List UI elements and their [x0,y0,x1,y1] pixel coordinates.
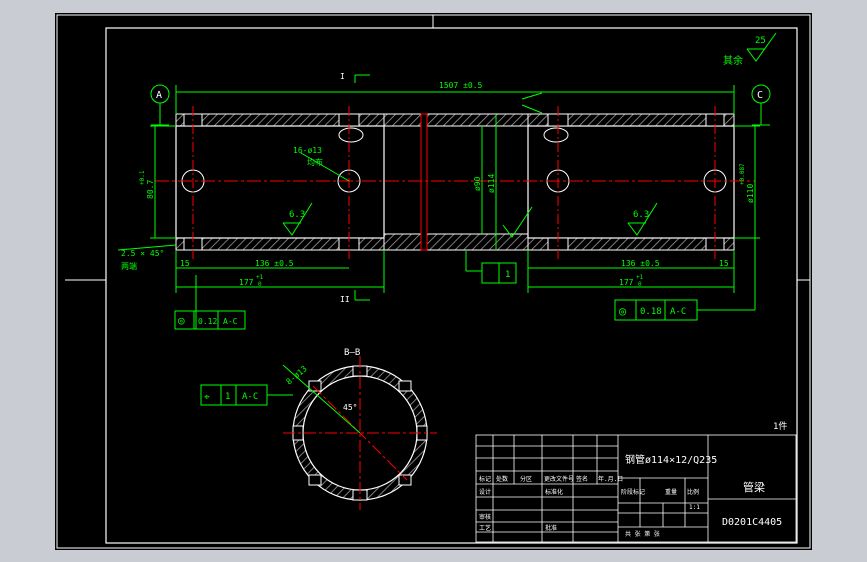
tol-section-value: 1 [225,392,230,402]
tol-weld-value: 1 [505,270,510,280]
tb-change-doc: 更改文件号 [544,475,574,483]
sheet-count: 1件 [773,420,787,432]
dim-left-spacing: 136 ±0.5 [255,259,294,268]
tb-sheet: 共 张 第 张 [625,530,660,538]
drawing-number: D0201C4405 [722,517,782,528]
right-bore [527,125,735,239]
dim-right-spacing: 136 ±0.5 [621,259,660,268]
bottom-wall-mid [383,233,529,251]
weld-seam [420,113,428,251]
dim-left-bay-tol-low: 0 [258,281,262,288]
tb-design: 设计 [479,488,491,496]
dim-right-bay-tol: +1 [636,274,644,281]
roughness-right-value: 6.3 [633,210,649,220]
tb-scale: 比例 [687,488,699,496]
roughness-other-label: 其余 [723,54,743,67]
dim-left-height: 80.7 [146,180,155,199]
roughness-other-value: 25 [755,36,766,46]
tol-left-value: 0.12 [198,317,217,326]
outer-frame [56,14,811,549]
tol-section-symbol: ⌖ [204,392,210,403]
dim-right-bay: 177 [619,278,634,287]
tol-right-symbol: ◎ [619,304,626,318]
tb-process: 工艺 [479,524,491,532]
dim-right-height: ø110 [746,184,755,203]
tb-zone: 分区 [520,475,532,483]
dim-mid-bore: ø90 [473,176,482,191]
datum-c-label: C [757,90,763,101]
dim-section-angle: 45° [343,403,357,412]
dim-right-end: 15 [719,259,729,268]
left-bore [175,125,385,239]
tol-left-symbol: ◎ [178,314,185,327]
tb-date: 年.月.日 [598,475,623,483]
datum-a-label: A [156,90,162,101]
section-view-label: B—B [344,348,360,358]
tol-right-value: 0.18 [640,307,662,317]
dim-right-bay-tol-low: 0 [638,281,642,288]
tb-weight: 重量 [665,488,677,496]
section-marker-top: I [340,72,345,81]
dim-left-bay: 177 [239,278,254,287]
tb-stage-mark: 阶段标记 [621,488,645,496]
tb-mark: 标记 [479,475,491,483]
roughness-left-value: 6.3 [289,210,305,220]
scale-value: 1:1 [689,504,700,511]
material-text: 钢管ø114×12/Q235 [625,453,717,466]
dim-overall-length: 1507 ±0.5 [439,81,483,90]
tb-standard: 标准化 [545,488,563,496]
dim-section-hole: 8-ø13 [285,364,309,386]
engineering-drawing: I II B—B A C 其余 25 6.3 6.3 1507 ±0.5 136… [56,14,811,549]
dim-chamfer-note: 两端 [121,261,137,271]
dim-mid-outer: ø114 [487,174,496,193]
dim-hole-note2: 均布 [307,157,323,167]
tol-right-datum: A-C [670,307,686,317]
tb-count: 处数 [496,475,508,483]
tb-signature: 签名 [576,475,588,483]
tol-section-datum: A-C [242,392,258,402]
dim-right-height-tol: +0.087 [739,163,746,185]
part-name: 管梁 [743,480,765,494]
dim-left-end: 15 [180,259,190,268]
tb-approve: 批准 [545,524,557,532]
section-marker-bottom: II [340,295,350,304]
drawing-viewport[interactable]: I II B—B A C 其余 25 6.3 6.3 1507 ±0.5 136… [55,13,812,550]
tol-left-datum: A-C [223,317,238,326]
section-view [282,356,437,510]
dim-left-height-tol: +0.1 [139,170,146,185]
dim-chamfer: 2.5 × 45° [121,249,164,258]
tb-review: 审核 [479,513,491,521]
dim-left-bay-tol: +1 [256,274,264,281]
main-view [155,106,755,259]
top-wall-mid [383,113,529,127]
dim-hole-note: 16-ø13 [293,146,322,155]
